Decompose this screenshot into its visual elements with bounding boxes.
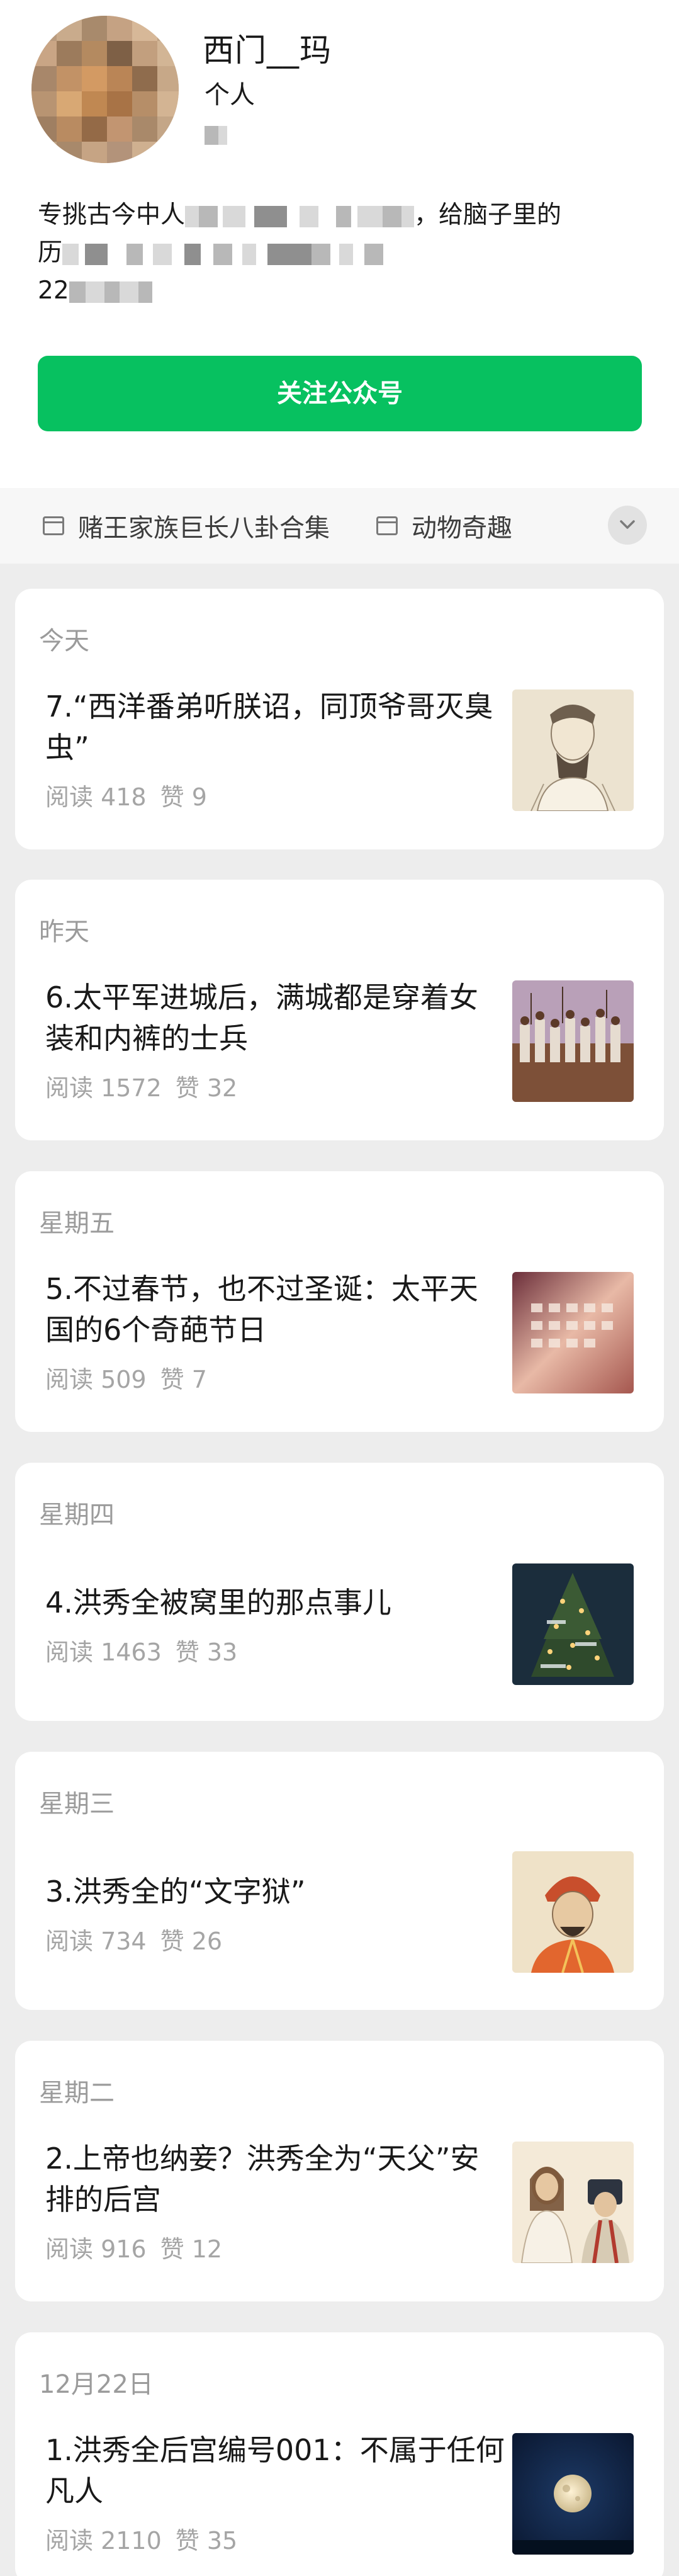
read-count: 阅读 2110 xyxy=(45,2527,162,2555)
folder-icon xyxy=(43,516,64,535)
tag-gossip-collection[interactable]: 赌王家族巨长八卦合集 xyxy=(43,507,330,545)
article-card[interactable]: 今天 7.“西洋番弟听朕诏，同顶爷哥灭臭虫” 阅读 418 赞 9 xyxy=(15,589,664,849)
article-stats: 阅读 509 赞 7 xyxy=(45,1360,221,1395)
article-title[interactable]: 6.太平军进城后，满城都是穿着女装和内裤的士兵 xyxy=(45,977,505,1059)
article-date: 昨天 xyxy=(39,917,89,946)
read-count: 阅读 1463 xyxy=(45,1638,162,1666)
like-count: 赞 9 xyxy=(160,783,207,811)
article-stats: 阅读 1463 赞 33 xyxy=(45,1633,251,1667)
article-title[interactable]: 5.不过春节，也不过圣诞：太平天国的6个奇葩节日 xyxy=(45,1269,505,1351)
article-stats: 阅读 2110 赞 35 xyxy=(45,2521,251,2556)
article-date: 星期四 xyxy=(39,1501,115,1529)
article-thumbnail-moon-photo[interactable] xyxy=(512,2433,634,2555)
read-count: 阅读 734 xyxy=(45,1927,147,1955)
read-count: 阅读 916 xyxy=(45,2235,147,2263)
article-stats: 阅读 916 赞 12 xyxy=(45,2230,236,2264)
article-stats: 阅读 1572 赞 32 xyxy=(45,1069,251,1103)
like-count: 赞 7 xyxy=(160,1366,207,1393)
follower-count: 22 xyxy=(38,276,69,305)
profile-header: 西门__玛 个人 专挑古今中人 ，给脑子里的 历 22 关注公众号 xyxy=(0,0,679,488)
article-thumbnail-emperor-portrait[interactable] xyxy=(512,1851,634,1973)
article-date: 星期二 xyxy=(39,2079,115,2108)
article-card[interactable]: 星期二 2.上帝也纳妾？洪秀全为“天父”安排的后宫 阅读 916 赞 12 xyxy=(15,2041,664,2301)
article-thumbnail-ancient-portrait[interactable] xyxy=(512,689,634,811)
account-name-text: 西门__玛 xyxy=(203,32,332,69)
article-thumbnail-jesus-painting[interactable] xyxy=(512,2142,634,2263)
follow-button[interactable]: 关注公众号 xyxy=(38,356,642,431)
description-line1: 专挑古今中人 xyxy=(38,201,186,229)
read-count: 阅读 1572 xyxy=(45,1074,162,1102)
article-card[interactable]: 昨天 6.太平军进城后，满城都是穿着女装和内裤的士兵 阅读 1572 赞 32 xyxy=(15,880,664,1140)
article-date: 星期三 xyxy=(39,1790,115,1819)
article-card[interactable]: 星期三 3.洪秀全的“文字狱” 阅读 734 赞 26 xyxy=(15,1752,664,2010)
article-card[interactable]: 星期五 5.不过春节，也不过圣诞：太平天国的6个奇葩节日 阅读 509 赞 7 xyxy=(15,1171,664,1432)
collection-tags-bar: 赌王家族巨长八卦合集 动物奇趣 xyxy=(0,488,679,564)
description-line1-end: ，给脑子里的 xyxy=(414,201,562,229)
article-thumbnail-soldiers-painting[interactable] xyxy=(512,980,634,1102)
like-count: 赞 32 xyxy=(175,1074,238,1102)
article-title[interactable]: 1.洪秀全后宫编号001：不属于任何凡人 xyxy=(45,2430,505,2512)
expand-tags-button[interactable] xyxy=(608,506,647,545)
article-date: 星期五 xyxy=(39,1209,115,1238)
article-card[interactable]: 星期四 4.洪秀全被窝里的那点事儿 阅读 1463 赞 33 xyxy=(15,1463,664,1721)
like-count: 赞 33 xyxy=(175,1638,238,1666)
description-line2: 历 xyxy=(38,239,63,267)
tag-label: 动物奇趣 xyxy=(412,514,512,543)
like-count: 赞 26 xyxy=(160,1927,223,1955)
article-stats: 阅读 418 赞 9 xyxy=(45,778,221,812)
article-title[interactable]: 2.上帝也纳妾？洪秀全为“天父”安排的后宫 xyxy=(45,2138,505,2220)
article-thumbnail-christmas-tree[interactable] xyxy=(512,1563,634,1685)
read-count: 阅读 418 xyxy=(45,783,147,811)
article-title[interactable]: 7.“西洋番弟听朕诏，同顶爷哥灭臭虫” xyxy=(45,686,505,768)
tag-label: 赌王家族巨长八卦合集 xyxy=(78,514,330,543)
article-stats: 阅读 734 赞 26 xyxy=(45,1922,236,1956)
account-name: 西门__玛 xyxy=(203,25,332,71)
folder-icon xyxy=(376,516,398,535)
like-count: 赞 35 xyxy=(175,2527,238,2555)
article-title[interactable]: 3.洪秀全的“文字狱” xyxy=(45,1871,505,1912)
article-thumbnail-calendar-photo[interactable] xyxy=(512,1272,634,1393)
article-title[interactable]: 4.洪秀全被窝里的那点事儿 xyxy=(45,1582,505,1623)
account-description: 专挑古今中人 ，给脑子里的 历 22 xyxy=(38,196,648,310)
chevron-down-icon xyxy=(620,520,635,529)
blurred-badge xyxy=(205,126,227,145)
account-type: 个人 xyxy=(205,81,255,110)
read-count: 阅读 509 xyxy=(45,1366,147,1393)
avatar-mosaic xyxy=(31,16,179,163)
avatar[interactable] xyxy=(31,16,179,163)
tag-animal-fun[interactable]: 动物奇趣 xyxy=(376,507,512,545)
article-date: 今天 xyxy=(39,627,89,655)
article-date: 12月22日 xyxy=(39,2370,154,2399)
like-count: 赞 12 xyxy=(160,2235,223,2263)
article-card[interactable]: 12月22日 1.洪秀全后宫编号001：不属于任何凡人 阅读 2110 赞 35 xyxy=(15,2332,664,2576)
